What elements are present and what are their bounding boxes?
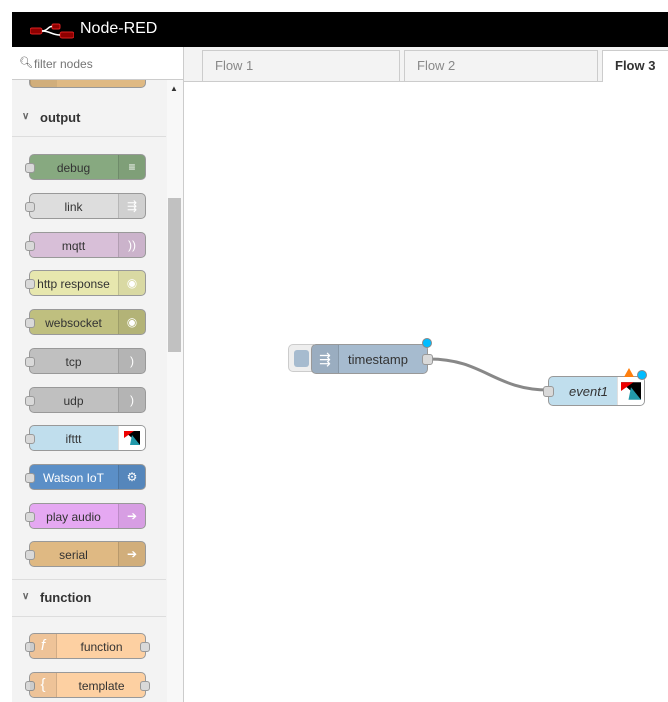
node-label: play audio [46, 510, 101, 524]
debug-icon: ≡ [118, 155, 145, 179]
palette-node-play-audio[interactable]: play audio ➔ [25, 503, 146, 529]
node-label: tcp [65, 355, 82, 369]
category-output-header[interactable]: ∨ output [12, 100, 166, 137]
palette-node-partial[interactable]: ➔ [29, 80, 146, 88]
watson-iot-icon: ⚙ [118, 465, 145, 489]
workspace-node-timestamp[interactable]: ⇶ timestamp [311, 338, 433, 374]
scroll-up-arrow-icon[interactable]: ▲ [170, 84, 178, 93]
palette-node-udp[interactable]: udp ) [25, 387, 146, 413]
template-icon: { [30, 673, 57, 697]
node-label: debug [56, 161, 91, 175]
arrow-right-icon: ➔ [118, 542, 145, 566]
node-label: serial [59, 548, 88, 562]
arrow-right-icon: ➔ [30, 80, 57, 87]
bridge-dash-icon: ) [118, 388, 145, 412]
palette-node-link[interactable]: link ⇶ [25, 193, 146, 219]
link-out-icon: ⇶ [118, 194, 145, 218]
palette-node-watson-iot[interactable]: Watson IoT ⚙ [25, 464, 146, 490]
chevron-down-icon: ∨ [22, 591, 30, 602]
flow-tabs: Flow 1 Flow 2 Flow 3 [184, 47, 668, 82]
palette-node-function[interactable]: f function [25, 633, 150, 659]
filter-nodes-input[interactable] [32, 53, 176, 75]
ifttt-icon [118, 426, 145, 450]
node-label: udp [63, 394, 84, 408]
palette-node-serial[interactable]: serial ➔ [25, 541, 146, 567]
flow-workspace[interactable]: ⇶ timestamp event1 [184, 82, 668, 702]
tab-label: Flow 3 [615, 58, 656, 73]
app-title: Node-RED [80, 20, 158, 37]
changed-indicator [637, 370, 647, 380]
app-header: Node-RED [12, 12, 668, 47]
node-label: timestamp [348, 352, 408, 367]
changed-indicator [422, 338, 432, 348]
output-port[interactable] [140, 642, 150, 652]
palette-node-template[interactable]: { template [25, 672, 150, 698]
palette-filter: 🔍︎ [12, 47, 183, 80]
white-globe-icon: ◉ [118, 310, 145, 334]
workspace-node-event1[interactable]: event1 [543, 368, 647, 406]
palette-scrollbar[interactable]: ▲ [167, 80, 183, 702]
tab-label: Flow 2 [417, 58, 456, 73]
category-label: function [40, 590, 92, 605]
output-port[interactable] [140, 681, 150, 691]
chevron-down-icon: ∨ [22, 111, 30, 122]
node-label: function [80, 640, 123, 654]
inject-arrow-icon: ⇶ [312, 345, 339, 373]
palette-node-debug[interactable]: debug ≡ [25, 154, 146, 180]
ifttt-icon [617, 377, 644, 405]
warning-triangle-icon [624, 368, 634, 377]
palette-node-http-response[interactable]: http response ◉ [25, 270, 146, 296]
palette-node-tcp[interactable]: tcp ) [25, 348, 146, 374]
arrow-right-icon: ➔ [118, 504, 145, 528]
node-label: link [64, 200, 83, 214]
scrollbar-thumb[interactable] [168, 198, 181, 352]
tab-label: Flow 1 [215, 58, 254, 73]
node-label: event1 [569, 384, 609, 399]
bridge-dash-icon: ) [118, 349, 145, 373]
tab-flow-1[interactable]: Flow 1 [202, 50, 400, 81]
bridge-icon: )) [118, 233, 145, 257]
tab-flow-3[interactable]: Flow 3 [602, 50, 668, 82]
node-label: mqtt [61, 239, 86, 253]
node-label: http response [37, 277, 110, 291]
search-icon: 🔍︎ [19, 57, 33, 69]
node-palette: 🔍︎ ➔ ∨ output debug ≡ link ⇶ mqtt )) [12, 47, 184, 702]
category-label: output [40, 110, 81, 125]
node-label: Watson IoT [43, 471, 104, 485]
palette-node-websocket[interactable]: websocket ◉ [25, 309, 146, 335]
category-function-header[interactable]: ∨ function [12, 579, 166, 617]
node-label: ifttt [65, 432, 82, 446]
tab-flow-2[interactable]: Flow 2 [404, 50, 598, 81]
node-label: websocket [45, 316, 102, 330]
palette-node-ifttt[interactable]: ifttt [25, 425, 146, 451]
input-port[interactable] [543, 386, 554, 397]
output-port[interactable] [422, 354, 433, 365]
top-strip [0, 0, 668, 12]
palette-node-mqtt[interactable]: mqtt )) [25, 232, 146, 258]
node-red-logo [30, 23, 74, 39]
white-globe-icon: ◉ [118, 271, 145, 295]
function-icon: f [30, 634, 57, 658]
node-label: template [78, 679, 125, 693]
palette-scroll-area: ➔ ∨ output debug ≡ link ⇶ mqtt )) http r… [12, 80, 183, 702]
